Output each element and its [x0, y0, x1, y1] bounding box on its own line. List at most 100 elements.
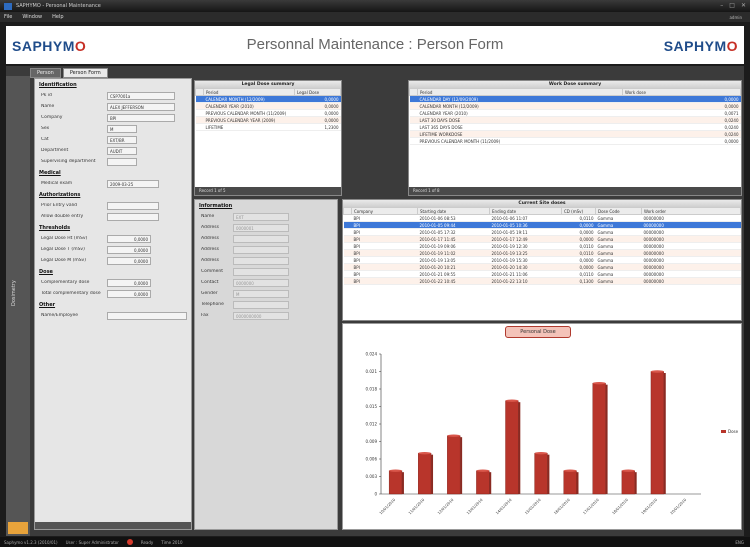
table-row[interactable]: PREVIOUS CALENDAR MONTH (11/2009) 0,0000 — [195, 109, 341, 117]
column-header[interactable]: Company — [351, 207, 418, 215]
side-tab[interactable]: Dosimetry — [6, 76, 30, 536]
table-row[interactable]: LAST 365 DAYS DOSE 0,0240 — [409, 123, 741, 131]
horizontal-scrollbar[interactable] — [35, 522, 191, 529]
chart-bar — [388, 470, 403, 495]
table-row[interactable]: LIFETIME WORKDOSE 0,0240 — [409, 130, 741, 138]
legal-dose-grid: Legal Dose summary Period Legal Dose CAL… — [194, 80, 342, 196]
field-input[interactable]: CSP7001a — [107, 91, 175, 100]
legal-dose-navigator[interactable]: Record 1 of 5 — [195, 187, 341, 195]
field-input[interactable]: M — [107, 124, 137, 133]
legal-dose-title: Legal Dose summary — [195, 81, 341, 88]
table-row[interactable]: BPI 2010-01-20 10:21 2010-01-20 14:30 0,000… — [343, 263, 741, 271]
table-row[interactable]: CALENDAR YEAR (2010) 0,0071 — [409, 109, 741, 117]
field-input[interactable] — [233, 256, 289, 265]
table-row[interactable]: LIFETIME 1,2300 — [195, 123, 341, 131]
maximize-icon[interactable]: □ — [729, 2, 735, 9]
y-tick-label: 0.015 — [366, 404, 378, 409]
y-tick-label: 0.024 — [366, 352, 378, 357]
chart-bar — [476, 470, 490, 495]
column-header[interactable]: Dose Code — [595, 207, 642, 215]
table-row[interactable]: CALENDAR DAY (12/09/2009) 0,0000 — [409, 95, 741, 103]
table-row[interactable]: BPI 2010-01-17 11:45 2010-01-17 12:49 0,000… — [343, 235, 741, 243]
field-label: Supervising department — [41, 159, 96, 164]
status-ready: Ready — [140, 539, 154, 545]
field-input[interactable] — [107, 212, 159, 221]
field-input[interactable]: 0,0000 — [107, 278, 151, 287]
table-row[interactable]: PREVIOUS CALENDAR MONTH (11/2009) 0,0000 — [409, 137, 741, 145]
field-input[interactable]: AUDIT — [107, 146, 137, 155]
menu-file[interactable]: File — [4, 14, 12, 20]
column-header[interactable]: Ending date — [489, 207, 562, 215]
x-tick-label: 18/01/2010 — [612, 497, 630, 515]
field-input[interactable] — [233, 300, 289, 309]
table-row[interactable]: BPI 2010-01-06 08:53 2010-01-06 11:07 0,011… — [343, 214, 741, 222]
menu-help[interactable]: Help — [52, 14, 63, 20]
table-cell: 00000000 — [641, 256, 741, 264]
field-input[interactable]: BPI — [107, 113, 175, 122]
field-input[interactable]: 0,0000 — [107, 256, 151, 265]
form-row: Name/Employee — [35, 310, 191, 321]
table-row[interactable]: LAST 30 DAYS DOSE 0,0240 — [409, 116, 741, 124]
column-header[interactable]: Period — [203, 88, 295, 96]
menu-window[interactable]: Window — [22, 14, 42, 20]
section-title: Authorizations — [39, 192, 81, 198]
table-row[interactable]: BPI 2010-01-05 17:32 2010-01-05 19:11 0,000… — [343, 228, 741, 236]
field-input[interactable]: 0,0000 — [107, 234, 151, 243]
section-title: Medical — [39, 170, 61, 176]
x-tick-label: 20/01/2010 — [670, 497, 688, 515]
table-row[interactable]: BPI 2010-01-05 09:44 2010-01-05 10:36 0,000… — [343, 221, 741, 229]
field-label: Complementary dose — [41, 280, 90, 285]
column-header[interactable]: Work order — [641, 207, 741, 215]
status-version: Saphymo v1.2.3 (2010/01) — [4, 539, 58, 545]
work-dose-navigator[interactable]: Record 1 of 8 — [409, 187, 741, 195]
table-row[interactable]: BPI 2010-01-19 09:06 2010-01-19 12:30 0,011… — [343, 242, 741, 250]
column-header[interactable]: Work dose — [622, 88, 741, 96]
chart-bar-top — [650, 370, 664, 373]
field-input[interactable] — [107, 201, 159, 210]
status-indicator-icon — [126, 539, 133, 545]
tab-person-form[interactable]: Person Form — [62, 68, 108, 78]
site-doses-grid: Current Site doses Company Starting date… — [342, 199, 742, 321]
field-input[interactable] — [107, 311, 187, 320]
field-input[interactable]: 0000001 — [233, 223, 289, 232]
table-row[interactable]: CALENDAR YEAR (2010) 0,0000 — [195, 102, 341, 110]
table-row[interactable]: BPI 2010-01-22 10:45 2010-01-22 13:10 0,130… — [343, 277, 741, 285]
field-input[interactable]: EXT/BR — [107, 135, 137, 144]
table-row[interactable]: PREVIOUS CALENDAR YEAR (2009) 0,0000 — [195, 116, 341, 124]
field-input[interactable] — [233, 234, 289, 243]
field-input[interactable] — [107, 157, 137, 166]
table-cell: 0,0240 — [622, 123, 741, 131]
field-input[interactable]: 0,0000 — [107, 245, 151, 254]
column-header[interactable]: Period — [417, 88, 623, 96]
table-cell: BPI — [351, 256, 418, 264]
field-input[interactable]: M — [233, 289, 289, 298]
minimize-icon[interactable]: – — [720, 2, 723, 9]
field-input[interactable]: 2009-03-25 — [107, 179, 159, 188]
field-input[interactable]: 0000000000 — [233, 311, 289, 320]
field-input[interactable] — [233, 267, 289, 276]
field-input[interactable]: ALEX JEFFERSON — [107, 102, 175, 111]
table-row[interactable]: BPI 2010-01-21 09:55 2010-01-21 11:06 0,011… — [343, 270, 741, 278]
chart-bar-top — [476, 469, 490, 472]
table-row[interactable]: BPI 2010-01-19 11:02 2010-01-19 13:25 0,011… — [343, 249, 741, 257]
chart-bar — [621, 470, 635, 495]
column-header[interactable]: Starting date — [417, 207, 490, 215]
column-header[interactable]: Legal Dose — [294, 88, 341, 96]
tab-person[interactable]: Person — [30, 68, 61, 78]
table-cell: Gamma — [595, 256, 642, 264]
close-icon[interactable]: ✕ — [741, 2, 746, 9]
table-row[interactable]: BPI 2010-01-19 13:05 2010-01-19 15:30 0,000… — [343, 256, 741, 264]
form-row: Supervising department — [35, 156, 191, 167]
field-label: Legal Dose Ht (mSv) — [41, 236, 88, 241]
field-input[interactable]: 0,0000 — [107, 289, 151, 298]
row-indicator — [343, 221, 352, 229]
column-header[interactable]: CD (mSv) — [561, 207, 596, 215]
table-row[interactable]: CALENDAR MONTH (12/2009) 0,0000 — [195, 95, 341, 103]
field-input[interactable]: EXT — [233, 212, 289, 221]
table-cell: BPI — [351, 228, 418, 236]
field-label: Department — [41, 148, 69, 153]
field-input[interactable]: 0000000 — [233, 278, 289, 287]
table-cell: 0,0000 — [294, 109, 341, 117]
field-input[interactable] — [233, 245, 289, 254]
table-row[interactable]: CALENDAR MONTH (12/2009) 0,0000 — [409, 102, 741, 110]
